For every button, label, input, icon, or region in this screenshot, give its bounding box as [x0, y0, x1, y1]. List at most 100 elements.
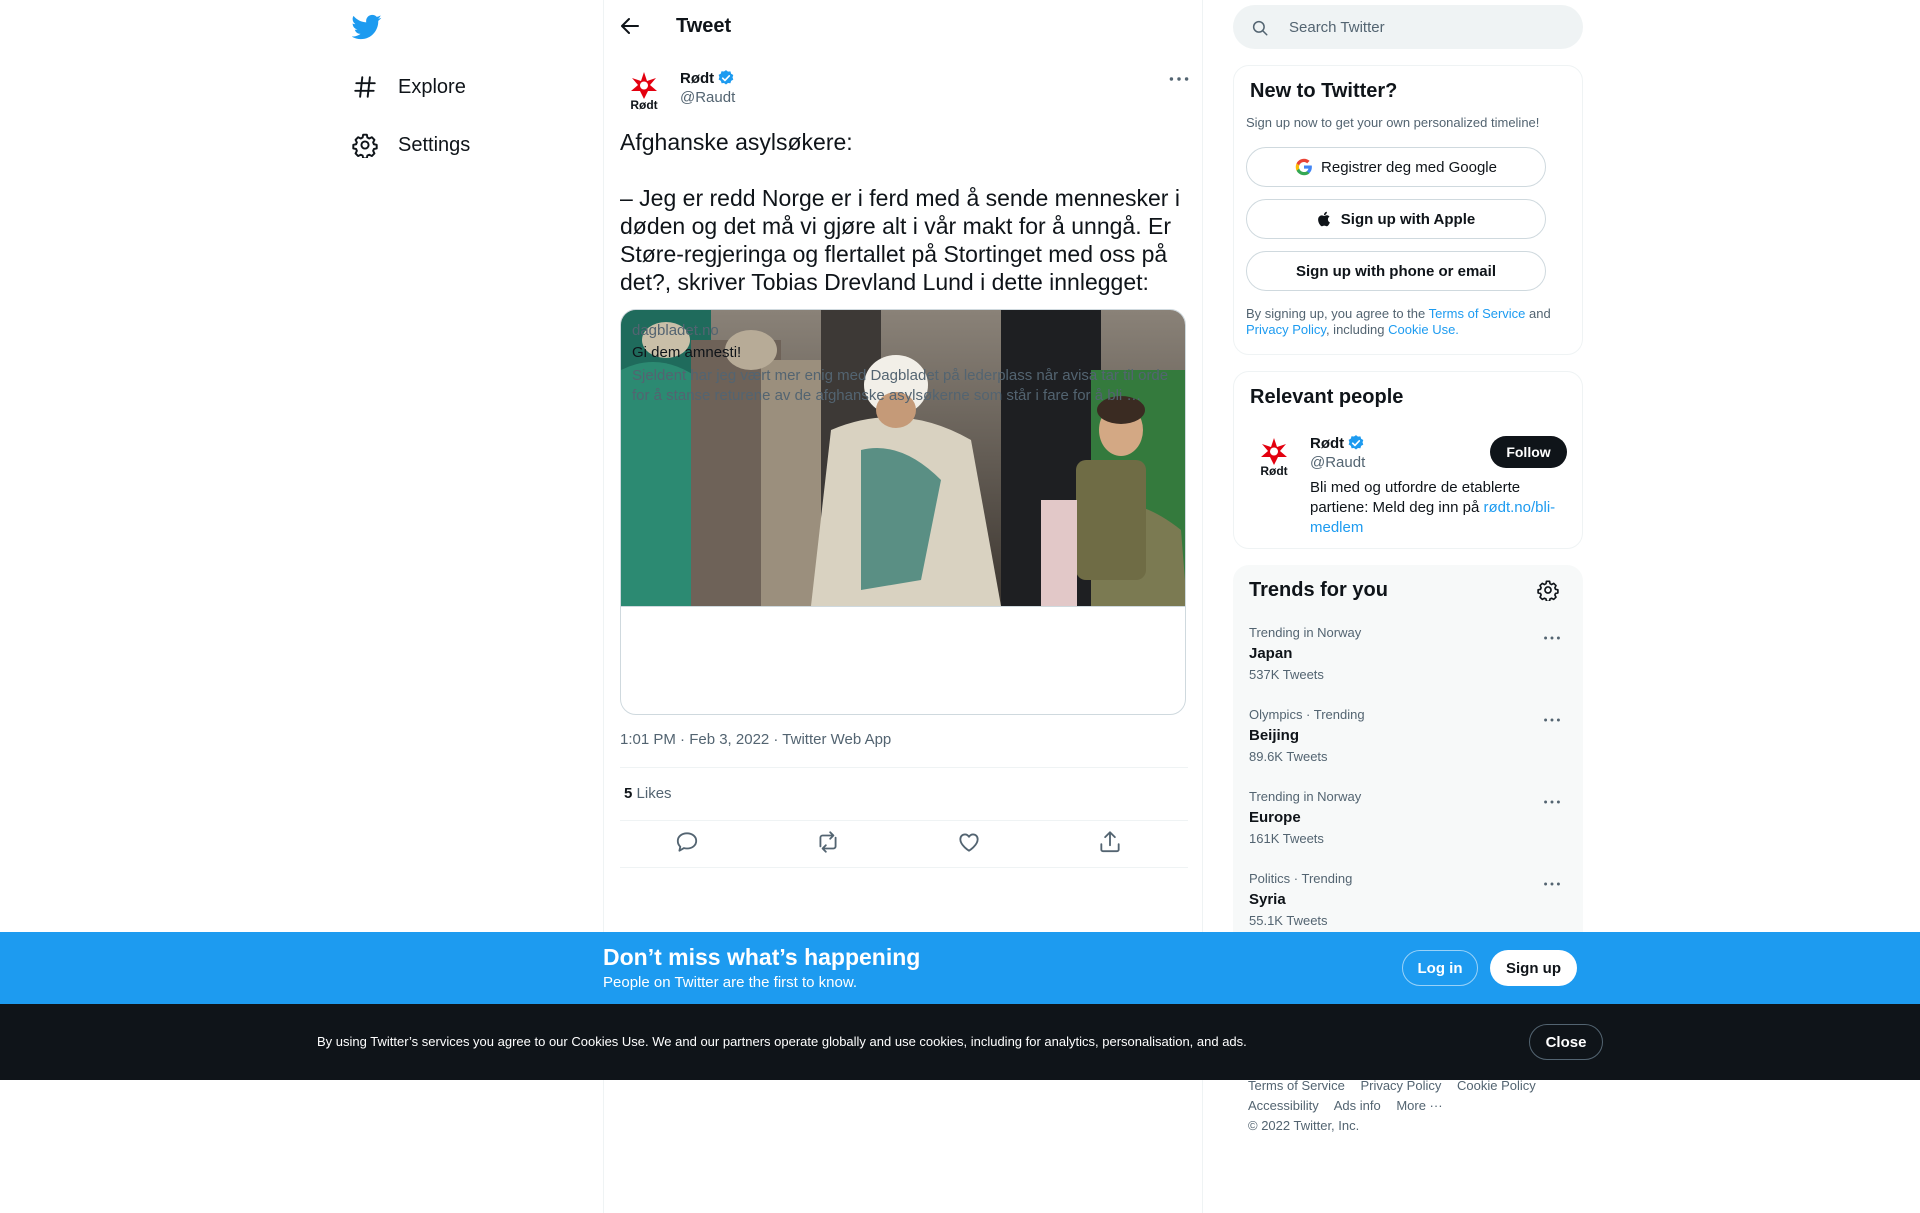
new-to-twitter-title: New to Twitter? — [1250, 80, 1398, 102]
card-title: Gi dem amnesti! — [632, 344, 742, 361]
avatar-wordmark: Rødt — [630, 98, 657, 112]
phone-email-signup-label: Sign up with phone or email — [1295, 262, 1496, 280]
relevant-people-title: Relevant people — [1250, 386, 1404, 408]
trend-name: Syria — [1249, 891, 1286, 908]
trend-count: 55.1K Tweets — [1249, 913, 1328, 928]
trend-count: 537K Tweets — [1249, 667, 1324, 682]
footer-ads-link[interactable]: Ads info — [1334, 1098, 1381, 1113]
google-signup-label: Registrer deg med Google — [1321, 158, 1497, 176]
divider — [620, 767, 1188, 768]
trend-item[interactable]: Trending in Norway Japan 537K Tweets — [1233, 625, 1583, 707]
legal-including: , including — [1325, 322, 1389, 337]
trend-count: 161K Tweets — [1249, 831, 1324, 846]
trend-context: Politics · Trending — [1249, 871, 1353, 886]
author-name[interactable]: Rødt — [680, 69, 735, 87]
new-to-twitter-panel: New to Twitter? Sign up now to get your … — [1233, 65, 1583, 355]
cookie-text: By using Twitter’s services you agree to… — [317, 1034, 1247, 1049]
gear-icon — [352, 132, 378, 158]
banner-title: Don’t miss what’s happening — [603, 944, 921, 970]
tweet-timestamp[interactable]: 1:01 PM · Feb 3, 2022 · Twitter Web App — [620, 731, 891, 748]
hashtag-icon — [352, 74, 378, 100]
likes-label: Likes — [636, 785, 672, 802]
tweet-header: Tweet — [604, 0, 1204, 53]
tweet-actions — [620, 829, 1188, 859]
phone-email-signup-button[interactable]: Sign up with phone or email — [1246, 251, 1546, 291]
back-arrow-icon[interactable] — [618, 14, 642, 38]
retweet-icon[interactable] — [815, 829, 841, 855]
legal-prefix: By signing up, you agree to the — [1246, 306, 1429, 321]
trend-count: 89.6K Tweets — [1249, 749, 1328, 764]
trends-settings-gear-icon[interactable] — [1537, 579, 1559, 601]
footer-copyright: © 2022 Twitter, Inc. — [1248, 1118, 1360, 1133]
likes-number: 5 — [624, 785, 633, 802]
card-description: Sjeldent har jeg vært mer enig med Dagbl… — [632, 367, 1169, 404]
trend-more-icon[interactable] — [1541, 709, 1563, 731]
trend-context: Olympics · Trending — [1249, 707, 1365, 722]
likes-count[interactable]: 5 Likes — [624, 785, 672, 802]
search-input[interactable] — [1289, 5, 1569, 49]
like-heart-icon[interactable] — [956, 829, 982, 855]
footer-more-link[interactable]: More ··· — [1396, 1098, 1442, 1113]
login-button[interactable]: Log in — [1402, 950, 1478, 986]
signup-legal-text: By signing up, you agree to the Terms of… — [1246, 306, 1566, 338]
cookie-close-button[interactable]: Close — [1529, 1024, 1603, 1060]
card-body — [621, 606, 1185, 714]
page-title: Tweet — [676, 15, 732, 37]
legal-and: and — [1525, 306, 1551, 321]
signup-button[interactable]: Sign up — [1490, 950, 1577, 986]
card-domain: dagbladet.no — [632, 322, 719, 339]
relevant-people-panel: Relevant people Rødt Rødt @Raudt Follow … — [1233, 371, 1583, 549]
trend-more-icon[interactable] — [1541, 627, 1563, 649]
search-bar[interactable] — [1233, 5, 1583, 49]
relevant-name-text: Rødt — [1310, 434, 1345, 452]
author-name-text: Rødt — [680, 69, 715, 87]
verified-badge-icon — [1347, 434, 1365, 452]
nav-label-explore: Explore — [398, 75, 466, 98]
google-g-icon — [1295, 158, 1321, 176]
nav-item-explore[interactable]: Explore — [352, 67, 466, 107]
privacy-link[interactable]: Privacy Policy — [1246, 322, 1326, 337]
footer-accessibility-link[interactable]: Accessibility — [1248, 1098, 1319, 1113]
trend-item[interactable]: Trending in Norway Europe 161K Tweets — [1233, 789, 1583, 871]
terms-link[interactable]: Terms of Service — [1429, 306, 1526, 321]
trend-more-icon[interactable] — [1541, 873, 1563, 895]
search-icon — [1251, 19, 1269, 37]
share-icon[interactable] — [1097, 829, 1123, 855]
verified-badge-icon — [717, 69, 735, 87]
avatar-wordmark: Rødt — [1260, 464, 1287, 478]
relevant-name[interactable]: Rødt — [1310, 434, 1365, 452]
relevant-bio: Bli med og utfordre de etablerte partien… — [1310, 478, 1570, 538]
banner-subtitle: People on Twitter are the first to know. — [603, 974, 858, 991]
signup-banner: Don’t miss what’s happening People on Tw… — [0, 932, 1920, 1004]
nav-item-settings[interactable]: Settings — [352, 125, 470, 165]
footer-privacy-link[interactable]: Privacy Policy — [1360, 1078, 1441, 1093]
tweet-text: Afghanske asylsøkere: – Jeg er redd Norg… — [620, 129, 1180, 295]
divider — [620, 867, 1188, 868]
trend-item[interactable]: Olympics · Trending Beijing 89.6K Tweets — [1233, 707, 1583, 789]
footer-cookie-link[interactable]: Cookie Policy — [1457, 1078, 1536, 1093]
apple-signup-button[interactable]: Sign up with Apple — [1246, 199, 1546, 239]
trend-context: Trending in Norway — [1249, 625, 1362, 640]
cookie-use-link[interactable]: Cookie Use. — [1388, 322, 1459, 337]
twitter-bird-icon[interactable] — [352, 12, 382, 42]
author-avatar[interactable]: Rødt — [620, 66, 668, 114]
follow-button[interactable]: Follow — [1490, 436, 1567, 468]
relevant-avatar[interactable]: Rødt — [1250, 432, 1298, 480]
trend-name: Europe — [1249, 809, 1301, 826]
cookie-consent-bar: By using Twitter’s services you agree to… — [0, 1004, 1920, 1080]
new-to-twitter-subtitle: Sign up now to get your own personalized… — [1246, 115, 1540, 130]
author-handle[interactable]: @Raudt — [680, 89, 735, 106]
divider — [620, 820, 1188, 821]
apple-signup-label: Sign up with Apple — [1340, 210, 1476, 228]
trend-more-icon[interactable] — [1541, 791, 1563, 813]
reply-icon[interactable] — [674, 829, 700, 855]
google-signup-button[interactable]: Registrer deg med Google — [1246, 147, 1546, 187]
relevant-handle[interactable]: @Raudt — [1310, 454, 1365, 471]
trend-name: Beijing — [1249, 727, 1300, 744]
apple-icon — [1317, 210, 1341, 228]
trend-name: Japan — [1249, 645, 1293, 662]
nav-label-settings: Settings — [398, 133, 471, 156]
trend-context: Trending in Norway — [1249, 789, 1362, 804]
footer-terms-link[interactable]: Terms of Service — [1248, 1078, 1345, 1093]
more-options-icon[interactable] — [1166, 66, 1192, 92]
